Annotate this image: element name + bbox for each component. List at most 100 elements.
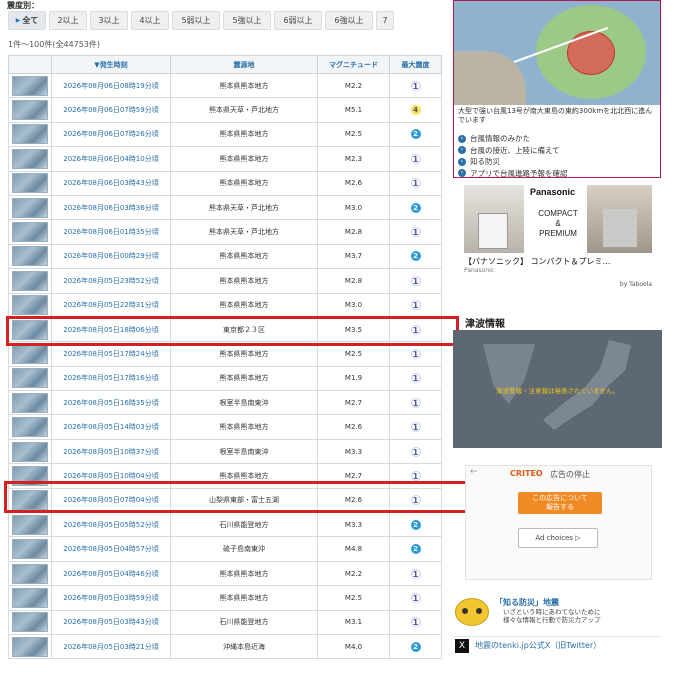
table-row[interactable]: 2026年08月05日03時43分頃 石川県能登地方 M3.1 1 xyxy=(8,609,442,635)
table-row[interactable]: 2026年08月06日00時29分頃 熊本県熊本地方 M3.7 2 xyxy=(8,243,442,270)
quake-intensity-cell: 1 xyxy=(389,316,442,343)
quake-time-link[interactable]: 2026年08月06日03時36分頃 xyxy=(51,194,171,221)
table-row[interactable]: 2026年08月05日22時31分頃 熊本県熊本地方 M3.0 1 xyxy=(8,292,442,318)
map-thumbnail[interactable] xyxy=(8,72,52,99)
table-row[interactable]: 2026年08月05日14時03分頃 熊本県熊本地方 M2.6 1 xyxy=(8,414,442,440)
map-thumbnail[interactable] xyxy=(8,365,52,392)
table-row[interactable]: 2026年08月05日18時06分頃 東京都２３区 M3.5 1 xyxy=(8,316,442,343)
typhoon-link[interactable]: › 台風の接近、上陸に備えて xyxy=(458,145,568,157)
table-row[interactable]: 2026年08月05日10時37分頃 根室半島南東沖 M3.3 1 xyxy=(8,438,442,465)
map-thumbnail[interactable] xyxy=(8,341,52,367)
quake-time-link[interactable]: 2026年08月06日08時19分頃 xyxy=(51,72,171,99)
taboola-credit[interactable]: by Taboola xyxy=(620,281,652,288)
back-arrow-icon[interactable]: ← xyxy=(470,467,478,477)
table-row[interactable]: 2026年08月05日17時24分頃 熊本県熊本地方 M2.5 1 xyxy=(8,341,442,367)
map-thumbnail[interactable] xyxy=(8,97,52,123)
map-thumbnail[interactable] xyxy=(8,487,52,514)
map-thumbnail[interactable] xyxy=(8,268,52,294)
table-row[interactable]: 2026年08月05日04時46分頃 熊本県熊本地方 M2.2 1 xyxy=(8,560,442,587)
map-thumbnail[interactable] xyxy=(8,414,52,440)
table-row[interactable]: 2026年08月06日07時26分頃 熊本県熊本地方 M2.5 2 xyxy=(8,121,442,148)
map-thumbnail[interactable] xyxy=(8,292,52,318)
quake-time-link[interactable]: 2026年08月05日05時52分頃 xyxy=(51,512,171,538)
map-thumbnail[interactable] xyxy=(8,463,52,489)
table-row[interactable]: 2026年08月05日05時52分頃 石川県能登地方 M3.3 2 xyxy=(8,512,442,538)
quake-time-link[interactable]: 2026年08月06日01時35分頃 xyxy=(51,219,171,245)
map-thumbnail[interactable] xyxy=(8,146,52,172)
map-thumbnail[interactable] xyxy=(8,170,52,196)
quake-time-link[interactable]: 2026年08月05日10時04分頃 xyxy=(51,463,171,489)
typhoon-link[interactable]: › 台風情報のみかた xyxy=(458,133,568,145)
map-thumbnail[interactable] xyxy=(8,194,52,221)
map-thumbnail[interactable] xyxy=(8,121,52,148)
filter-3plus-button[interactable]: 3以上 xyxy=(90,11,128,30)
quake-time-link[interactable]: 2026年08月06日00時29分頃 xyxy=(51,243,171,270)
map-thumbnail[interactable] xyxy=(8,609,52,635)
quake-time-link[interactable]: 2026年08月05日07時04分頃 xyxy=(51,487,171,514)
table-row[interactable]: 2026年08月06日08時19分頃 熊本県熊本地方 M2.2 1 xyxy=(8,72,442,99)
tsunami-map[interactable]: 津波警報・注意報は発表されていません。 xyxy=(453,330,662,448)
quake-time-link[interactable]: 2026年08月05日03時21分頃 xyxy=(51,633,171,660)
map-thumbnail[interactable] xyxy=(8,560,52,587)
map-thumbnail[interactable] xyxy=(8,633,52,660)
report-ad-button[interactable]: この広告について 報告する xyxy=(518,492,602,514)
table-row[interactable]: 2026年08月06日01時35分頃 熊本県天草・芦北地方 M2.8 1 xyxy=(8,219,442,245)
quake-time-link[interactable]: 2026年08月05日03時43分頃 xyxy=(51,609,171,635)
table-row[interactable]: 2026年08月06日04時10分頃 熊本県熊本地方 M2.3 1 xyxy=(8,146,442,172)
time-header[interactable]: ▼発生時刻 xyxy=(51,55,171,74)
quake-time-link[interactable]: 2026年08月05日10時37分頃 xyxy=(51,438,171,465)
quake-time-link[interactable]: 2026年08月06日07時26分頃 xyxy=(51,121,171,148)
table-row[interactable]: 2026年08月05日07時04分頃 山梨県東部・富士五湖 M2.6 1 xyxy=(8,487,442,514)
map-thumbnail[interactable] xyxy=(8,438,52,465)
map-thumbnail[interactable] xyxy=(8,390,52,416)
map-thumbnail[interactable] xyxy=(8,512,52,538)
typhoon-map[interactable] xyxy=(454,1,660,105)
x-official-link[interactable]: X 地震のtenki.jp公式X（旧Twitter） xyxy=(453,636,661,654)
table-row[interactable]: 2026年08月05日04時57分頃 硫子島南東沖 M4.8 2 xyxy=(8,536,442,562)
quake-time-link[interactable]: 2026年08月05日22時31分頃 xyxy=(51,292,171,318)
quake-time-link[interactable]: 2026年08月06日07時59分頃 xyxy=(51,97,171,123)
filter-5plus-button[interactable]: 5強以上 xyxy=(223,11,271,30)
map-thumbnail[interactable] xyxy=(8,243,52,270)
typhoon-link[interactable]: › アプリで台風進路予報を確認 xyxy=(458,168,568,180)
filter-4plus-button[interactable]: 4以上 xyxy=(131,11,169,30)
typhoon-link[interactable]: › 知る防災 xyxy=(458,156,568,168)
map-thumbnail[interactable] xyxy=(8,585,52,611)
quake-time-link[interactable]: 2026年08月05日18時06分頃 xyxy=(51,316,171,343)
ad-choices-button[interactable]: Ad choices ▷ xyxy=(518,528,598,548)
table-row[interactable]: 2026年08月06日03時36分頃 熊本県天草・芦北地方 M3.0 2 xyxy=(8,194,442,221)
quake-time-link[interactable]: 2026年08月05日03時59分頃 xyxy=(51,585,171,611)
map-thumbnail[interactable] xyxy=(8,536,52,562)
table-row[interactable]: 2026年08月05日16時35分頃 根室半島南東沖 M2.7 1 xyxy=(8,390,442,416)
table-row[interactable]: 2026年08月05日17時16分頃 熊本県熊本地方 M1.9 1 xyxy=(8,365,442,392)
ad-title[interactable]: 【パナソニック】 コンパクト＆プレミ… xyxy=(464,256,611,267)
filter-6minus-button[interactable]: 6弱以上 xyxy=(274,11,322,30)
filter-2plus-button[interactable]: 2以上 xyxy=(49,11,87,30)
filter-6plus-button[interactable]: 6強以上 xyxy=(325,11,373,30)
quake-time-link[interactable]: 2026年08月05日17時16分頃 xyxy=(51,365,171,392)
quake-time-link[interactable]: 2026年08月05日04時46分頃 xyxy=(51,560,171,587)
quake-time-link[interactable]: 2026年08月05日16時35分頃 xyxy=(51,390,171,416)
panasonic-ad[interactable]: Panasonic COMPACT & PREMIUM 【パナソニック】 コンパ… xyxy=(464,185,652,290)
table-row[interactable]: 2026年08月06日07時59分頃 熊本県天草・芦北地方 M5.1 4 xyxy=(8,97,442,123)
arrow-right-icon: › xyxy=(458,146,466,155)
table-row[interactable]: 2026年08月05日03時21分頃 沖縄本島近海 M4.0 2 xyxy=(8,633,442,660)
filter-5minus-button[interactable]: 5弱以上 xyxy=(172,11,220,30)
quake-time-link[interactable]: 2026年08月05日04時57分頃 xyxy=(51,536,171,562)
filter-all-button[interactable]: ▶ 全て xyxy=(8,11,46,30)
quake-time-link[interactable]: 2026年08月05日23時52分頃 xyxy=(51,268,171,294)
map-thumbnail[interactable] xyxy=(8,316,52,343)
map-thumbnail[interactable] xyxy=(8,219,52,245)
quake-time-link[interactable]: 2026年08月06日03時43分頃 xyxy=(51,170,171,196)
quake-time-link[interactable]: 2026年08月05日17時24分頃 xyxy=(51,341,171,367)
typhoon-card[interactable]: 大型で強い台風13号が南大東島の東約300kmを北北西に進んでいます › 台風情報… xyxy=(453,0,661,178)
intensity-badge: 1 xyxy=(410,495,421,506)
filter-7-button[interactable]: 7 xyxy=(376,11,394,30)
table-row[interactable]: 2026年08月05日10時04分頃 熊本県熊本地方 M2.7 1 xyxy=(8,463,442,489)
table-row[interactable]: 2026年08月05日23時52分頃 熊本県熊本地方 M2.8 1 xyxy=(8,268,442,294)
quake-time-link[interactable]: 2026年08月05日14時03分頃 xyxy=(51,414,171,440)
quake-time-link[interactable]: 2026年08月06日04時10分頃 xyxy=(51,146,171,172)
bousai-banner[interactable]: 「知る防災」地震 いざという時にあわてないために 様々な情報と行動で防災力アップ xyxy=(453,594,661,630)
table-row[interactable]: 2026年08月05日03時59分頃 熊本県熊本地方 M2.5 1 xyxy=(8,585,442,611)
table-row[interactable]: 2026年08月06日03時43分頃 熊本県熊本地方 M2.6 1 xyxy=(8,170,442,196)
